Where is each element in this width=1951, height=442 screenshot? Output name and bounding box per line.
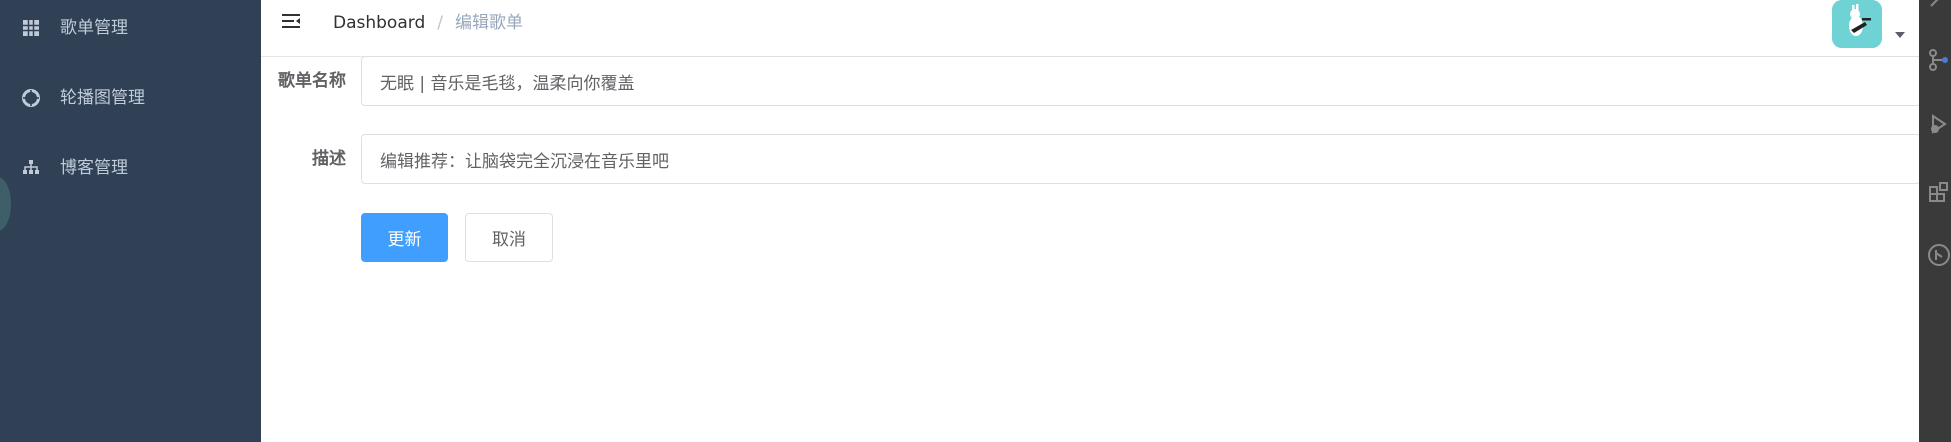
playlist-name-input[interactable] — [361, 56, 1921, 106]
hamburger-icon[interactable] — [280, 11, 304, 35]
arrow-icon[interactable] — [1927, 0, 1951, 10]
description-label: 描述 — [312, 149, 346, 169]
source-control-icon[interactable] — [1927, 48, 1951, 72]
sidebar-item-label: 博客管理 — [60, 158, 128, 178]
avatar-image — [1832, 0, 1882, 48]
sidebar-item-label: 轮播图管理 — [60, 88, 145, 108]
sidebar-item-blogs[interactable]: 博客管理 — [0, 140, 261, 196]
grid-icon — [23, 20, 39, 36]
avatar[interactable] — [1832, 0, 1882, 48]
aperture-icon — [22, 89, 40, 107]
remote-icon[interactable] — [1927, 243, 1951, 267]
breadcrumb-home[interactable]: Dashboard — [333, 13, 425, 33]
navbar: Dashboard / 编辑歌单 — [261, 0, 1919, 57]
sitemap-icon — [23, 160, 39, 174]
breadcrumb: Dashboard / 编辑歌单 — [333, 0, 523, 46]
sidebar-item-carousel[interactable]: 轮播图管理 — [0, 70, 261, 126]
sidebar-item-playlists[interactable]: 歌单管理 — [0, 0, 261, 56]
run-debug-icon[interactable] — [1927, 112, 1951, 136]
playlist-name-label: 歌单名称 — [278, 71, 346, 91]
update-button[interactable]: 更新 — [361, 213, 448, 262]
breadcrumb-current: 编辑歌单 — [454, 13, 523, 33]
sidebar-item-label: 歌单管理 — [60, 18, 128, 38]
dropdown-caret-icon[interactable] — [1895, 32, 1905, 38]
sidebar: 歌单管理 轮播图管理 博客管理 — [0, 0, 261, 442]
side-toolbar — [1919, 0, 1951, 442]
description-input[interactable] — [361, 134, 1921, 184]
cancel-button[interactable]: 取消 — [465, 213, 553, 262]
extensions-icon[interactable] — [1927, 180, 1951, 204]
breadcrumb-separator: / — [437, 13, 443, 33]
